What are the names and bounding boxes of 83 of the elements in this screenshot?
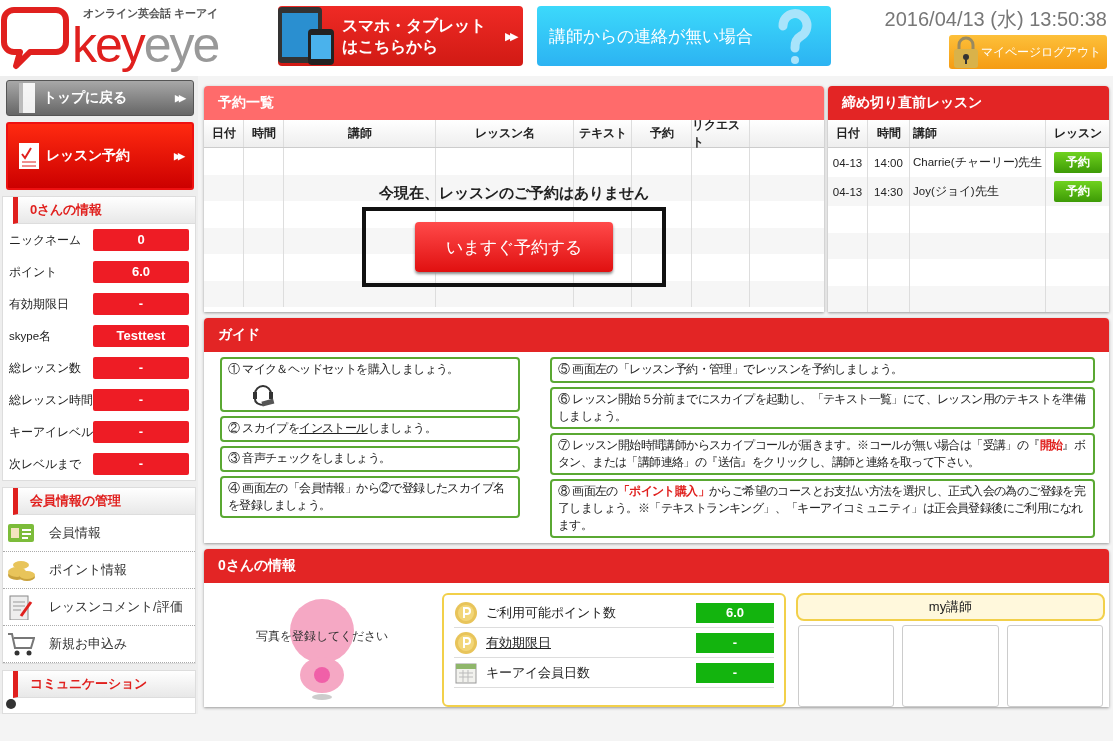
column-header: テキスト	[574, 120, 632, 147]
section-title: コミュニケーション	[30, 675, 147, 693]
guide-text: ⑤ 画面左の「レッスン予約・管理」でレッスンを予約しましょう。	[558, 361, 904, 378]
field-value: -	[93, 293, 189, 315]
menu-item[interactable]: 新規お申込み	[3, 626, 195, 663]
speech-bubble-icon	[0, 4, 70, 70]
table-cell: 04-13	[828, 177, 868, 206]
column-header: レッスン	[1052, 125, 1103, 142]
column-header: 予約	[632, 120, 692, 147]
guide-text: ④ 画面左の「会員情報」から②で登録したスカイプ名を登録しましょう。	[228, 480, 506, 514]
guide-text: ① マイク＆ヘッドセットを購入しましょう。	[228, 361, 460, 378]
section-title: 会員情報の管理	[30, 492, 121, 510]
guide-text: ⑥ レッスン開始５分前までにスカイプを起動し、「テキスト一覧」にて、レッスン用のテキストを準備しましょう。	[558, 391, 1087, 425]
clipboard-icon	[7, 594, 35, 620]
field-value: -	[93, 453, 189, 475]
banner-text: 講師からの連絡が無い場合	[549, 25, 753, 48]
column-header: 時間	[868, 120, 910, 147]
menu-item[interactable]: レッスンコメント/評価	[3, 589, 195, 626]
guide-text: ⑦ レッスン開始時間講師からスカイプコールが届きます。※コールが無い場合は「受講」の『開始』ボタン、または「講師連絡」の『送信』をクリックし、講師と連絡を取って下さい。	[558, 437, 1087, 471]
book-now-button[interactable]: いますぐ予約する	[415, 222, 613, 272]
padlock-icon	[951, 35, 981, 69]
logo-tagline: オンライン英会話 キーアイ	[83, 6, 219, 21]
field-label: 有効期限日	[9, 296, 70, 312]
field-value: -	[93, 389, 189, 411]
calendar-icon	[454, 661, 478, 685]
stat-value: -	[696, 663, 774, 683]
stat-value: -	[696, 633, 774, 653]
column-header: 講師	[284, 120, 436, 147]
person-icon	[3, 698, 19, 710]
table-cell: Joy(ジョイ)先生	[910, 177, 1046, 206]
arrow-icon: ▶▶	[174, 151, 182, 161]
checklist-icon	[18, 142, 40, 170]
empty-message: 今現在、レッスンのご予約はありません	[379, 184, 649, 203]
panel-title: ガイド	[218, 326, 260, 344]
coin-icon	[454, 631, 478, 655]
expiry-link[interactable]: 有効期限日	[486, 634, 688, 652]
install-link[interactable]: インストール	[299, 421, 368, 435]
column-header: 日付	[204, 120, 244, 147]
arrow-icon: ▶▶	[175, 93, 183, 103]
column-header: リクエスト	[692, 120, 750, 147]
date-time: 2016/04/13 (水) 13:50:38	[884, 7, 1107, 32]
stat-label: ご利用可能ポイント数	[486, 604, 617, 622]
reserve-button[interactable]: 予約	[1053, 181, 1102, 202]
field-label: ニックネーム	[9, 232, 82, 248]
stat-value: 6.0	[696, 603, 774, 623]
menu-item[interactable]: ポイント情報	[3, 552, 195, 589]
menu-item[interactable]: 会員情報	[3, 515, 195, 552]
panel-title: 予約一覧	[218, 94, 274, 112]
field-value: Testtest	[93, 325, 189, 347]
photo-caption: 写真を登録してください	[255, 629, 389, 644]
panel-title: 0さんの情報	[218, 557, 296, 575]
banner-text: はこちらから	[342, 37, 439, 57]
guide-text: ③ 音声チェックをしましょう。	[228, 450, 392, 467]
field-value: 6.0	[93, 261, 189, 283]
guide-text: ⑧ 画面左の「ポイント購入」からご希望のコースとお支払い方法を選択し、正式入会の為のご登録を完了しましょう。※「テキストランキング」、「キーアイコミュニティ」は正会員登録後にご利用になれます。	[558, 483, 1087, 534]
panel-title: 締め切り直前レッスン	[842, 94, 982, 112]
back-to-top-button[interactable]: トップに戻る ▶▶	[6, 80, 194, 116]
column-header: 講師	[910, 120, 1046, 147]
coin-icon	[454, 601, 478, 625]
field-label: 総レッスン数	[9, 360, 82, 376]
field-label: ポイント	[9, 264, 58, 280]
arrow-icon: ▶▶	[505, 29, 515, 43]
table-cell: 14:30	[868, 177, 910, 206]
field-label: キーアイレベル	[9, 424, 93, 440]
stat-label: キーアイ会員日数	[486, 664, 591, 682]
column-header: レッスン名	[436, 120, 574, 147]
reserve-button[interactable]: 予約	[1053, 152, 1102, 173]
field-label: 総レッスン時間	[9, 392, 93, 408]
column-header: 日付	[828, 120, 868, 147]
section-title: 0さんの情報	[30, 201, 103, 219]
field-label: 次レベルまで	[9, 456, 82, 472]
cart-icon	[7, 631, 35, 657]
guide-text: ② スカイプをインストールしましょう。	[228, 420, 437, 437]
column-header: 時間	[244, 120, 284, 147]
lesson-reserve-button[interactable]: レッスン予約 ▶▶	[6, 122, 194, 190]
field-value: 0	[93, 229, 189, 251]
door-icon	[17, 81, 37, 115]
banner-text: スマホ・タブレット	[342, 16, 487, 36]
mobile-banner[interactable]: スマホ・タブレット はこちらから ▶▶	[278, 6, 523, 66]
field-label: skype名	[9, 328, 53, 344]
field-value: -	[93, 357, 189, 379]
field-value: -	[93, 421, 189, 443]
my-teachers-header: my講師	[796, 593, 1105, 621]
